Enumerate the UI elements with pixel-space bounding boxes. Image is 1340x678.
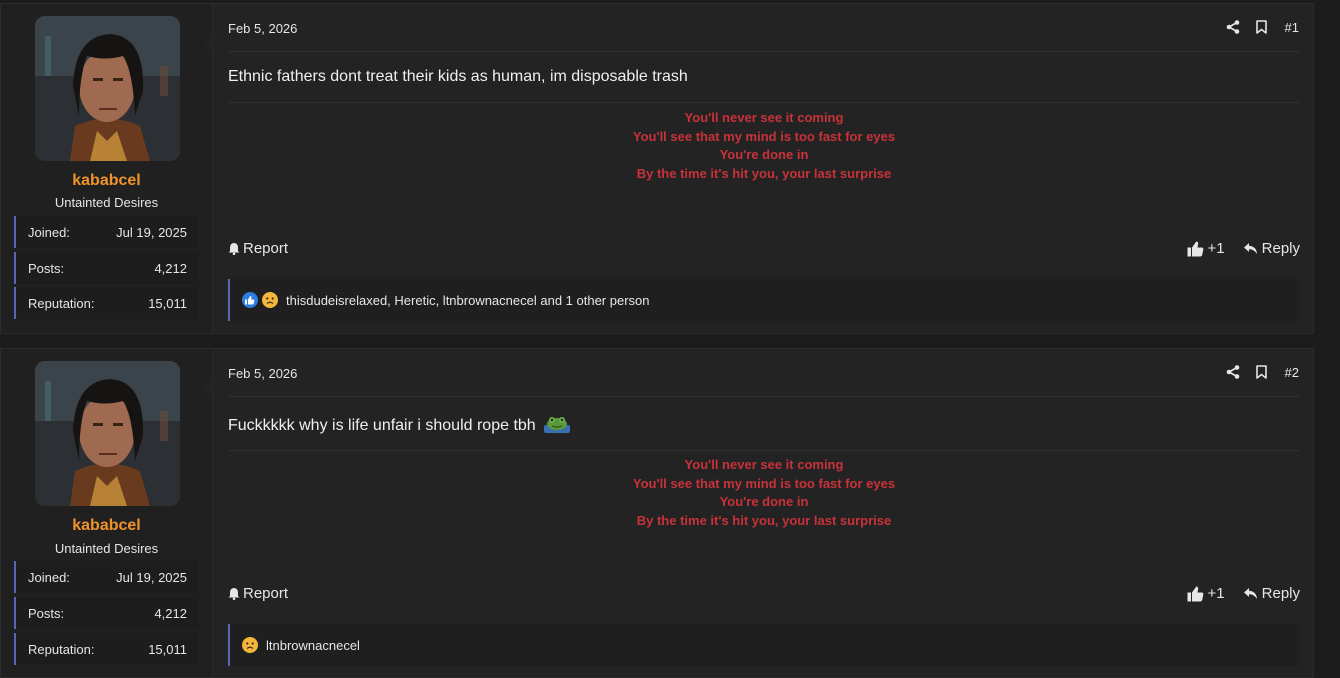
stat-value: 15,011 [148, 295, 187, 311]
reactions-bar[interactable]: thisdudeisrelaxed, Heretic, ltnbrownacne… [228, 279, 1300, 321]
stat-label: Posts: [28, 605, 65, 621]
stat-label: Joined: [28, 224, 70, 240]
post-number[interactable]: #2 [1285, 362, 1299, 382]
username[interactable]: kababcel [1, 517, 212, 535]
post-2: kababcel Untainted Desires Joined: Jul 1… [0, 348, 1314, 678]
stat-posts: Posts: 4,212 [14, 252, 198, 284]
post-message: Fuckkkkk why is life unfair i should rop… [228, 415, 571, 435]
post-date[interactable]: Feb 5, 2026 [228, 21, 297, 36]
stat-value: 15,011 [148, 641, 187, 657]
frog-icon [544, 417, 571, 433]
header-divider [228, 396, 1300, 397]
stat-reputation: Reputation: 15,011 [14, 287, 198, 319]
stat-label: Joined: [28, 569, 70, 585]
like-button[interactable]: +1 [1187, 585, 1225, 602]
header-divider [228, 51, 1300, 52]
signature-line: You'll never see it coming [684, 110, 844, 125]
like-label: +1 [1207, 240, 1225, 257]
stat-label: Reputation: [28, 641, 95, 657]
share-icon[interactable] [1223, 17, 1243, 37]
reactions-bar[interactable]: ltnbrownacnecel [228, 624, 1300, 666]
report-label: Report [243, 240, 289, 257]
signature-line: You'll never see it coming [684, 457, 844, 472]
reply-button[interactable]: Reply [1243, 585, 1300, 602]
post-actions: Report +1 Reply [228, 585, 1300, 607]
reply-label: Reply [1261, 240, 1300, 257]
signature-line: You'll see that my mind is too fast for … [632, 128, 896, 144]
bookmark-icon[interactable] [1253, 362, 1271, 382]
post-tools: #1 [1223, 17, 1299, 37]
reply-icon [1243, 588, 1257, 599]
stat-value: 4,212 [154, 605, 187, 621]
reactions-text[interactable]: ltnbrownacnecel [266, 638, 360, 653]
signature-line: You'll see that my mind is too fast for … [632, 475, 896, 491]
stat-value: Jul 19, 2025 [116, 224, 187, 240]
signature: You'll never see it coming You'll see th… [228, 109, 1300, 184]
stat-value: 4,212 [154, 260, 187, 276]
post-number[interactable]: #1 [1285, 17, 1299, 37]
post-1: kababcel Untainted Desires Joined: Jul 1… [0, 3, 1314, 334]
bell-icon [228, 588, 240, 600]
stat-joined: Joined: Jul 19, 2025 [14, 216, 198, 248]
stat-reputation: Reputation: 15,011 [14, 633, 198, 665]
signature-line: By the time it's hit you, your last surp… [636, 513, 892, 529]
user-info-panel: kababcel Untainted Desires Joined: Jul 1… [1, 4, 213, 333]
stat-label: Posts: [28, 260, 65, 276]
stat-label: Reputation: [28, 295, 95, 311]
share-icon[interactable] [1223, 362, 1243, 382]
thumbs-up-icon [1187, 586, 1203, 601]
user-info-panel: kababcel Untainted Desires Joined: Jul 1… [1, 349, 213, 677]
message-arrow [203, 377, 212, 395]
signature-divider [228, 450, 1300, 451]
signature-line: You're done in [719, 147, 809, 163]
report-button[interactable]: Report [228, 585, 288, 602]
avatar[interactable] [35, 361, 180, 506]
sad-icon [262, 292, 278, 308]
avatar-image [35, 361, 180, 506]
signature-divider [228, 102, 1300, 103]
reply-icon [1243, 243, 1257, 254]
post-message: Ethnic fathers dont treat their kids as … [228, 68, 688, 85]
bell-icon [228, 243, 240, 255]
user-title: Untainted Desires [54, 541, 159, 556]
post-tools: #2 [1223, 362, 1299, 382]
signature: You'll never see it coming You'll see th… [228, 456, 1300, 531]
user-title: Untainted Desires [54, 195, 159, 210]
message-arrow [203, 32, 212, 50]
post-actions: Report +1 Reply [228, 240, 1300, 262]
reactions-text[interactable]: thisdudeisrelaxed, Heretic, ltnbrownacne… [286, 293, 650, 308]
reply-label: Reply [1261, 585, 1300, 602]
thumbs-up-icon [1187, 241, 1203, 256]
post-message-text: Fuckkkkk why is life unfair i should rop… [228, 417, 536, 434]
post-date[interactable]: Feb 5, 2026 [228, 366, 297, 381]
stat-value: Jul 19, 2025 [116, 569, 187, 585]
like-label: +1 [1207, 585, 1225, 602]
report-label: Report [243, 585, 289, 602]
signature-line: You're done in [719, 494, 809, 510]
username[interactable]: kababcel [1, 172, 212, 190]
report-button[interactable]: Report [228, 240, 288, 257]
sad-icon [242, 637, 258, 653]
signature-line: By the time it's hit you, your last surp… [636, 166, 892, 182]
stat-joined: Joined: Jul 19, 2025 [14, 561, 198, 593]
stat-posts: Posts: 4,212 [14, 597, 198, 629]
avatar-image [35, 16, 180, 161]
like-button[interactable]: +1 [1187, 240, 1225, 257]
bookmark-icon[interactable] [1253, 17, 1271, 37]
reply-button[interactable]: Reply [1243, 240, 1300, 257]
like-icon [242, 292, 258, 308]
avatar[interactable] [35, 16, 180, 161]
